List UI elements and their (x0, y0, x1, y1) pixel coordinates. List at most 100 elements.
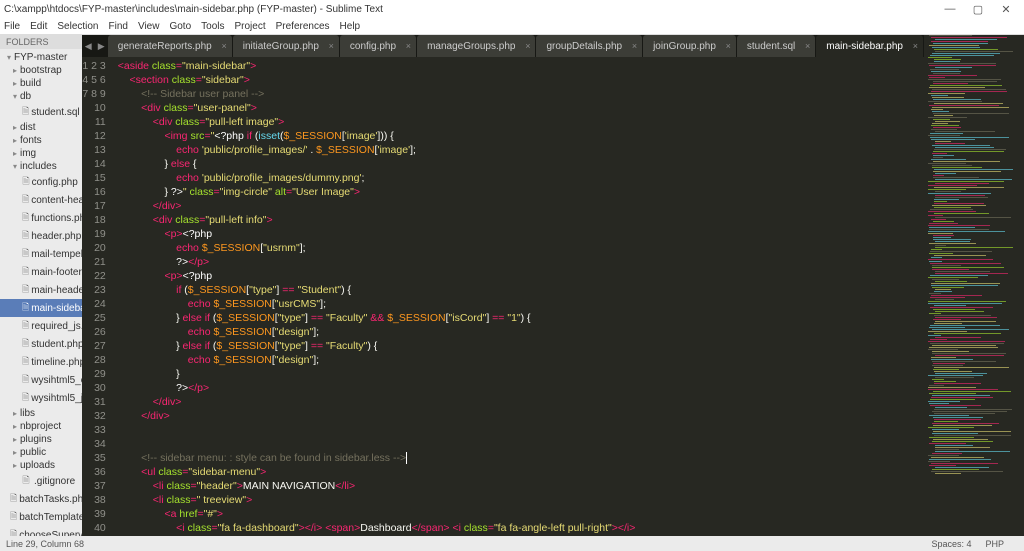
tree-item[interactable]: 🗎main-sidebar.php (0, 299, 82, 317)
menu-preferences[interactable]: Preferences (276, 21, 330, 32)
tree-item[interactable]: 🗎wysihtml5_js.php (0, 389, 82, 407)
status-bar: Line 29, Column 68 Spaces: 4 PHP (0, 536, 1024, 551)
chevron-icon: ▸ (10, 123, 20, 132)
tab-close-icon[interactable]: × (913, 41, 918, 51)
menu-selection[interactable]: Selection (57, 21, 98, 32)
menu-project[interactable]: Project (235, 21, 266, 32)
tree-item[interactable]: 🗎main-header.php (0, 281, 82, 299)
menu-help[interactable]: Help (340, 21, 361, 32)
tree-item[interactable]: 🗎config.php (0, 173, 82, 191)
tree-item[interactable]: ▾FYP-master (0, 51, 82, 64)
tree-item[interactable]: 🗎batchTemplates.php (0, 508, 82, 526)
menu-file[interactable]: File (4, 21, 20, 32)
tree-item-label: content-header.php (31, 195, 82, 206)
menu-view[interactable]: View (138, 21, 160, 32)
tab-close-icon[interactable]: × (329, 41, 334, 51)
tab-label: config.php (350, 41, 396, 52)
tree-item[interactable]: 🗎student.php (0, 335, 82, 353)
tab[interactable]: groupDetails.php× (536, 35, 642, 57)
tree-item[interactable]: 🗎functions.php (0, 209, 82, 227)
tab-close-icon[interactable]: × (632, 41, 637, 51)
tree-item[interactable]: ▾db (0, 90, 82, 103)
file-icon: 🗎 (22, 282, 29, 298)
tree-item[interactable]: 🗎student.sql (0, 103, 82, 121)
menu-edit[interactable]: Edit (30, 21, 47, 32)
tree-item[interactable]: ▸plugins (0, 433, 82, 446)
tree-item[interactable]: 🗎main-footer.php (0, 263, 82, 281)
window-minimize-icon[interactable]: — (936, 3, 964, 15)
tree-item-label: student.sql (31, 107, 79, 118)
menu-bar: File Edit Selection Find View Goto Tools Projec… (0, 18, 1024, 35)
chevron-icon: ▸ (10, 435, 20, 444)
tree-item-label: student.php (31, 339, 82, 350)
tree-item[interactable]: ▸libs (0, 407, 82, 420)
status-syntax[interactable]: PHP (985, 539, 1004, 549)
tab-nav-forward-icon[interactable]: ▶ (95, 35, 108, 57)
tree-item-label: main-footer.php (31, 267, 82, 278)
tree-item-label: batchTasks.php (19, 494, 82, 505)
tree-item[interactable]: ▸img (0, 147, 82, 160)
tree-item-label: uploads (20, 460, 55, 471)
status-indentation[interactable]: Spaces: 4 (931, 539, 971, 549)
tab[interactable]: initiateGroup.php× (233, 35, 339, 57)
tree-item-label: header.php (31, 231, 81, 242)
tab[interactable]: joinGroup.php× (643, 35, 736, 57)
chevron-icon: ▸ (10, 79, 20, 88)
file-icon: 🗎 (22, 174, 29, 190)
tree-item[interactable]: 🗎header.php (0, 227, 82, 245)
tab-nav-back-icon[interactable]: ◀ (82, 35, 95, 57)
chevron-icon: ▾ (10, 92, 20, 101)
window-title: C:\xampp\htdocs\FYP-master\includes\main… (4, 4, 936, 15)
tab[interactable]: config.php × (340, 35, 416, 57)
tree-item-label: plugins (20, 434, 52, 445)
tree-item[interactable]: 🗎content-header.php (0, 191, 82, 209)
file-icon: 🗎 (20, 473, 32, 489)
tree-item-label: main-sidebar.php (31, 303, 82, 314)
tab[interactable]: manageGroups.php × (417, 35, 535, 57)
file-icon: 🗎 (22, 192, 29, 208)
tree-item-label: config.php (32, 177, 78, 188)
tree-item[interactable]: 🗎.gitignore (0, 472, 82, 490)
tab-label: manageGroups.php (427, 41, 515, 52)
tree-item[interactable]: ▸bootstrap (0, 64, 82, 77)
tree-item[interactable]: 🗎chooseSupervisor.php (0, 526, 82, 536)
window-maximize-icon[interactable]: ▢ (964, 3, 992, 16)
tree-item[interactable]: ▸uploads (0, 459, 82, 472)
tree-item-label: mail-tempelates.php (31, 249, 82, 260)
tree-item[interactable]: 🗎wysihtml5_css.php (0, 371, 82, 389)
minimap[interactable] (924, 35, 1024, 536)
tree-item[interactable]: ▸nbproject (0, 420, 82, 433)
tab-close-icon[interactable]: × (406, 41, 411, 51)
tree-item[interactable]: ▾includes (0, 160, 82, 173)
tab-close-icon[interactable]: × (805, 41, 810, 51)
tree-item-label: bootstrap (20, 65, 62, 76)
file-icon: 🗎 (22, 354, 29, 370)
tree-item[interactable]: ▸dist (0, 121, 82, 134)
chevron-icon: ▸ (10, 136, 20, 145)
tree-item[interactable]: 🗎required_js.php (0, 317, 82, 335)
menu-find[interactable]: Find (109, 21, 128, 32)
tab[interactable]: student.sql× (737, 35, 815, 57)
tree-item[interactable]: 🗎batchTasks.php (0, 490, 82, 508)
tab[interactable]: main-sidebar.php × (816, 35, 923, 57)
tree-item-label: includes (20, 161, 57, 172)
tree-item[interactable]: 🗎mail-tempelates.php (0, 245, 82, 263)
menu-tools[interactable]: Tools (201, 21, 224, 32)
tab-close-icon[interactable]: × (221, 41, 226, 51)
window-close-icon[interactable]: ✕ (992, 3, 1020, 16)
code-editor[interactable]: 1 2 3 4 5 6 7 8 9 10 11 12 13 14 15 16 1… (82, 57, 924, 536)
tree-item[interactable]: ▸fonts (0, 134, 82, 147)
tab-label: main-sidebar.php (826, 41, 903, 52)
file-icon: 🗎 (10, 491, 17, 507)
folder-tree: ▾FYP-master▸bootstrap▸build▾db🗎student.s… (0, 49, 82, 536)
tab[interactable]: generateReports.php× (108, 35, 232, 57)
tree-item[interactable]: 🗎timeline.php (0, 353, 82, 371)
status-cursor-position[interactable]: Line 29, Column 68 (6, 539, 84, 549)
tab-close-icon[interactable]: × (525, 41, 530, 51)
menu-goto[interactable]: Goto (169, 21, 191, 32)
code-content[interactable]: <aside class="main-sidebar"> <section cl… (114, 57, 924, 536)
chevron-icon: ▸ (10, 409, 20, 418)
tab-close-icon[interactable]: × (726, 41, 731, 51)
tree-item[interactable]: ▸build (0, 77, 82, 90)
tree-item[interactable]: ▸public (0, 446, 82, 459)
